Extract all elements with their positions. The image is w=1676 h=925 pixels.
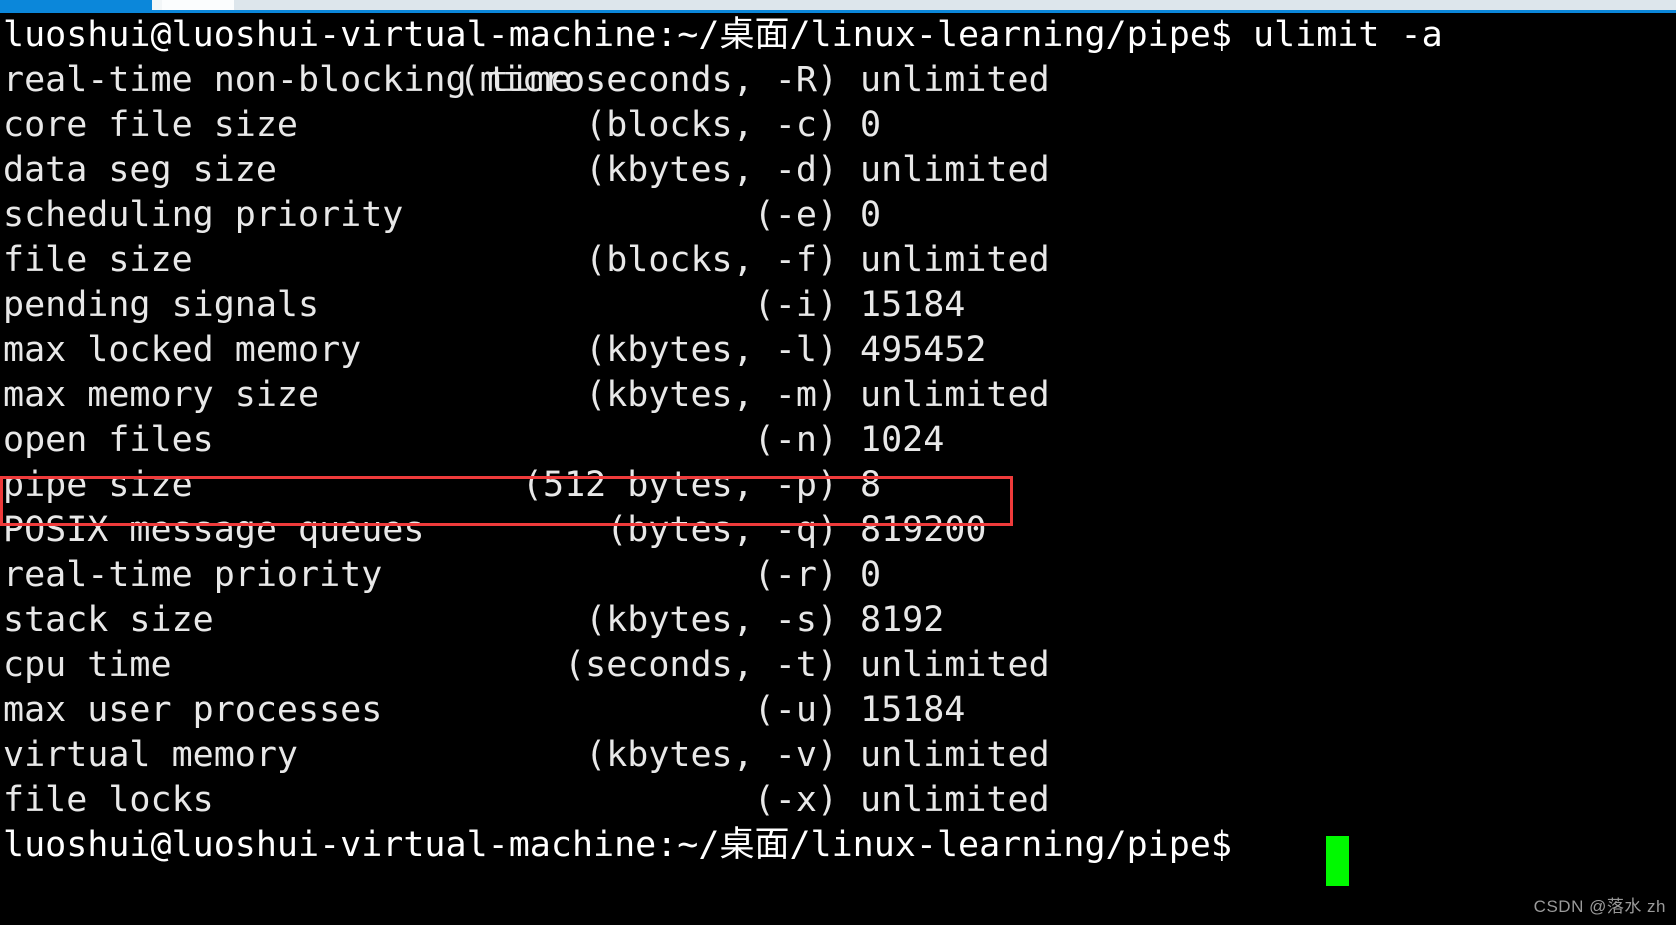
ulimit-row-value: unlimited — [860, 645, 1050, 685]
ulimit-row-unit-flag: (-i) — [753, 285, 838, 325]
ulimit-row-value: unlimited — [860, 240, 1050, 280]
ulimit-row: core file size (blocks, -c) 0 — [0, 103, 1676, 148]
window-titlebar — [0, 0, 1676, 13]
ulimit-row-value: 0 — [860, 105, 882, 145]
terminal-prompt-line-top: luoshui@luoshui-virtual-machine:~/桌面/lin… — [3, 15, 1443, 55]
ulimit-row: stack size (kbytes, -s) 8192 — [0, 598, 1676, 643]
ulimit-row-value: 15184 — [860, 690, 966, 730]
ulimit-row-unit-flag: (kbytes, -v) — [585, 735, 838, 775]
ulimit-output-list: real-time non-blocking time (microseconds… — [0, 58, 1676, 823]
ulimit-row-unit-flag: (-n) — [753, 420, 838, 460]
ulimit-row: file locks (-x) unlimited — [0, 778, 1676, 823]
ulimit-row-value: 819200 — [860, 510, 987, 550]
ulimit-row-unit-flag: (-u) — [753, 690, 838, 730]
ulimit-row-value: unlimited — [860, 60, 1050, 100]
ulimit-row-unit-flag: (kbytes, -m) — [585, 375, 838, 415]
ulimit-row: virtual memory (kbytes, -v) unlimited — [0, 733, 1676, 778]
ulimit-row-value: 15184 — [860, 285, 966, 325]
terminal-cursor — [1326, 836, 1349, 886]
ulimit-row-value: 0 — [860, 195, 882, 235]
ulimit-row: cpu time (seconds, -t) unlimited — [0, 643, 1676, 688]
ulimit-row-unit-flag: (kbytes, -s) — [585, 600, 838, 640]
ulimit-row: file size (blocks, -f) unlimited — [0, 238, 1676, 283]
ulimit-row-unit-flag: (kbytes, -l) — [585, 330, 838, 370]
ulimit-row-value: 0 — [860, 555, 882, 595]
ulimit-row: real-time non-blocking time (microseconds… — [0, 58, 1676, 103]
csdn-watermark: CSDN @落水 zh — [1533, 897, 1666, 916]
ulimit-row: real-time priority (-r) 0 — [0, 553, 1676, 598]
ulimit-row-value: unlimited — [860, 735, 1050, 775]
terminal-prompt-line-bottom: luoshui@luoshui-virtual-machine:~/桌面/lin… — [3, 825, 1254, 865]
ulimit-row-unit-flag: (512 bytes, -p) — [521, 465, 838, 505]
ulimit-row-unit-flag: (kbytes, -d) — [585, 150, 838, 190]
ulimit-row: open files (-n) 1024 — [0, 418, 1676, 463]
ulimit-row: pending signals (-i) 15184 — [0, 283, 1676, 328]
ulimit-row-unit-flag: (microseconds, -R) — [458, 60, 838, 100]
ulimit-row-unit-flag: (bytes, -q) — [606, 510, 838, 550]
ulimit-row: POSIX message queues (bytes, -q) 819200 — [0, 508, 1676, 553]
ulimit-row: pipe size (512 bytes, -p) 8 — [0, 463, 1676, 508]
terminal-output-area[interactable]: luoshui@luoshui-virtual-machine:~/桌面/lin… — [0, 13, 1676, 925]
ulimit-row-value: 1024 — [860, 420, 945, 460]
ulimit-row-value: unlimited — [860, 780, 1050, 820]
ulimit-row: max user processes (-u) 15184 — [0, 688, 1676, 733]
ulimit-row: max memory size (kbytes, -m) unlimited — [0, 373, 1676, 418]
ulimit-row-value: unlimited — [860, 375, 1050, 415]
ulimit-row-unit-flag: (-e) — [753, 195, 838, 235]
ulimit-row-value: unlimited — [860, 150, 1050, 190]
ulimit-row-value: 495452 — [860, 330, 987, 370]
ulimit-row: max locked memory (kbytes, -l) 495452 — [0, 328, 1676, 373]
ulimit-row-unit-flag: (blocks, -c) — [585, 105, 838, 145]
ulimit-row-unit-flag: (blocks, -f) — [585, 240, 838, 280]
ulimit-row: scheduling priority (-e) 0 — [0, 193, 1676, 238]
ulimit-row-unit-flag: (-x) — [753, 780, 838, 820]
ulimit-row-unit-flag: (-r) — [753, 555, 838, 595]
ulimit-row-unit-flag: (seconds, -t) — [564, 645, 838, 685]
ulimit-row-value: 8 — [860, 465, 882, 505]
ulimit-row-value: 8192 — [860, 600, 945, 640]
ulimit-row: data seg size (kbytes, -d) unlimited — [0, 148, 1676, 193]
